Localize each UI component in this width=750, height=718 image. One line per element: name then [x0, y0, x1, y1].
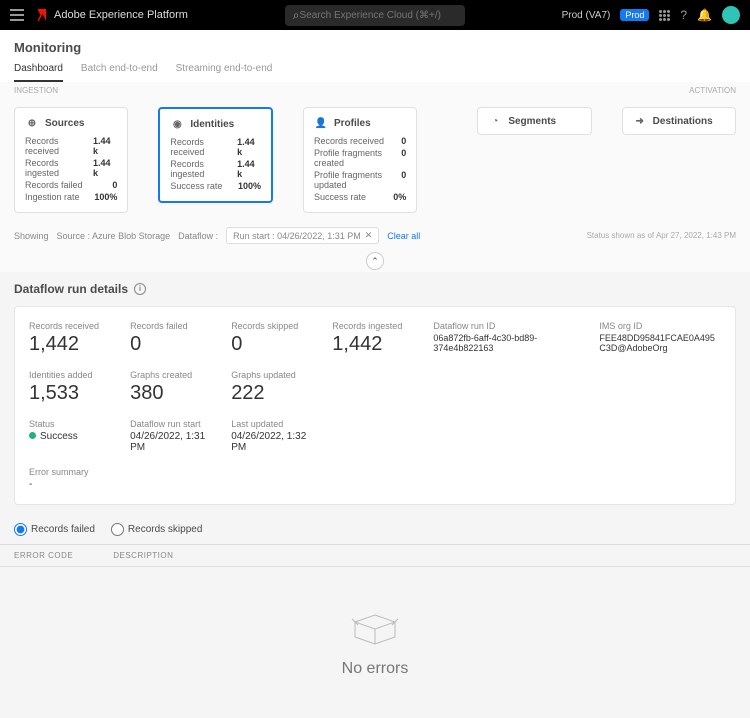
tab-dashboard[interactable]: Dashboard	[14, 63, 63, 82]
page-title: Monitoring	[14, 40, 736, 55]
card-identities[interactable]: ◉Identities Records received1.44 k Recor…	[158, 107, 273, 203]
showing-label: Showing	[14, 231, 49, 241]
card-title: Destinations	[653, 116, 713, 127]
table-header: ERROR CODE DESCRIPTION	[0, 544, 750, 567]
tab-streaming[interactable]: Streaming end-to-end	[176, 63, 273, 82]
status-timestamp: Status shown as of Apr 27, 2022, 1:43 PM	[587, 231, 736, 240]
metric-graphs-created: 380	[130, 382, 211, 405]
page-header: Monitoring Dashboard Batch end-to-end St…	[0, 30, 750, 82]
card-title: Identities	[190, 119, 234, 130]
chevron-up-icon[interactable]: ⌃	[366, 252, 384, 270]
card-title: Sources	[45, 118, 84, 129]
radio-row: Records failed Records skipped	[0, 515, 750, 544]
section-labels: INGESTION ACTIVATION	[0, 82, 750, 99]
activation-label: ACTIVATION	[689, 86, 736, 95]
metric-run-id: 06a872fb-6aff-4c30-bd89-374e4b822163	[433, 333, 579, 353]
metric-error-summary: -	[29, 479, 721, 490]
filter-dataflow: Dataflow :	[178, 231, 218, 241]
radio-records-failed[interactable]: Records failed	[14, 523, 95, 536]
avatar[interactable]	[722, 6, 740, 24]
menu-icon[interactable]	[10, 9, 24, 21]
metric-org-id: FEE48DD95841FCAE0A495C3D@AdobeOrg	[599, 333, 721, 353]
empty-state: No errors	[0, 567, 750, 718]
status-dot-icon	[29, 432, 36, 439]
apps-icon[interactable]	[659, 10, 670, 21]
destinations-icon: ➜	[633, 114, 647, 128]
info-icon[interactable]: i	[134, 283, 146, 295]
env-label: Prod (VA7)	[562, 10, 611, 21]
search-input[interactable]	[300, 10, 457, 21]
metric-identities-added: 1,533	[29, 382, 110, 405]
filter-row: Showing Source : Azure Blob Storage Data…	[0, 221, 750, 250]
metric-records-skipped: 0	[231, 333, 312, 356]
collapse-toggle: ⌃	[0, 250, 750, 272]
filter-pill-runstart[interactable]: Run start : 04/26/2022, 1:31 PM✕	[226, 227, 379, 244]
search-icon: ⌕	[293, 8, 300, 23]
metric-run-start: 04/26/2022, 1:31 PM	[130, 431, 211, 453]
card-sources[interactable]: ⊕Sources Records received1.44 k Records …	[14, 107, 128, 213]
metric-status: Success	[29, 431, 110, 442]
card-profiles[interactable]: 👤Profiles Records received0 Profile frag…	[303, 107, 417, 213]
filter-source: Source : Azure Blob Storage	[57, 231, 171, 241]
details-panel: Records received1,442 Records failed0 Re…	[14, 306, 736, 505]
segments-icon: ◔	[488, 114, 502, 128]
clear-all-link[interactable]: Clear all	[387, 231, 420, 241]
env-badge: Prod	[620, 9, 649, 21]
card-destinations[interactable]: ➜ Destinations	[622, 107, 736, 135]
tab-batch[interactable]: Batch end-to-end	[81, 63, 158, 82]
col-error-code: ERROR CODE	[14, 551, 73, 560]
identities-icon: ◉	[170, 117, 184, 131]
metric-records-failed: 0	[130, 333, 211, 356]
search-box[interactable]: ⌕	[285, 5, 465, 26]
empty-box-icon	[350, 607, 400, 647]
ingestion-label: INGESTION	[14, 86, 58, 95]
metric-last-updated: 04/26/2022, 1:32 PM	[231, 431, 312, 453]
col-description: DESCRIPTION	[113, 551, 173, 560]
metric-records-ingested: 1,442	[332, 333, 413, 356]
adobe-logo-icon	[32, 9, 46, 21]
help-icon[interactable]: ?	[680, 8, 687, 22]
profiles-icon: 👤	[314, 116, 328, 130]
bell-icon[interactable]: 🔔	[697, 8, 712, 22]
card-title: Segments	[508, 116, 556, 127]
card-segments[interactable]: ◔ Segments	[477, 107, 591, 135]
section-title: Dataflow run details i	[0, 272, 750, 306]
tabs: Dashboard Batch end-to-end Streaming end…	[14, 63, 736, 82]
no-errors-text: No errors	[0, 660, 750, 678]
sources-icon: ⊕	[25, 116, 39, 130]
app-name: Adobe Experience Platform	[54, 9, 188, 21]
cards-row: ⊕Sources Records received1.44 k Records …	[0, 99, 750, 221]
metric-graphs-updated: 222	[231, 382, 312, 405]
close-icon[interactable]: ✕	[365, 230, 373, 241]
card-title: Profiles	[334, 118, 371, 129]
top-bar: Adobe Experience Platform ⌕ Prod (VA7) P…	[0, 0, 750, 30]
radio-records-skipped[interactable]: Records skipped	[111, 523, 202, 536]
metric-records-received: 1,442	[29, 333, 110, 356]
